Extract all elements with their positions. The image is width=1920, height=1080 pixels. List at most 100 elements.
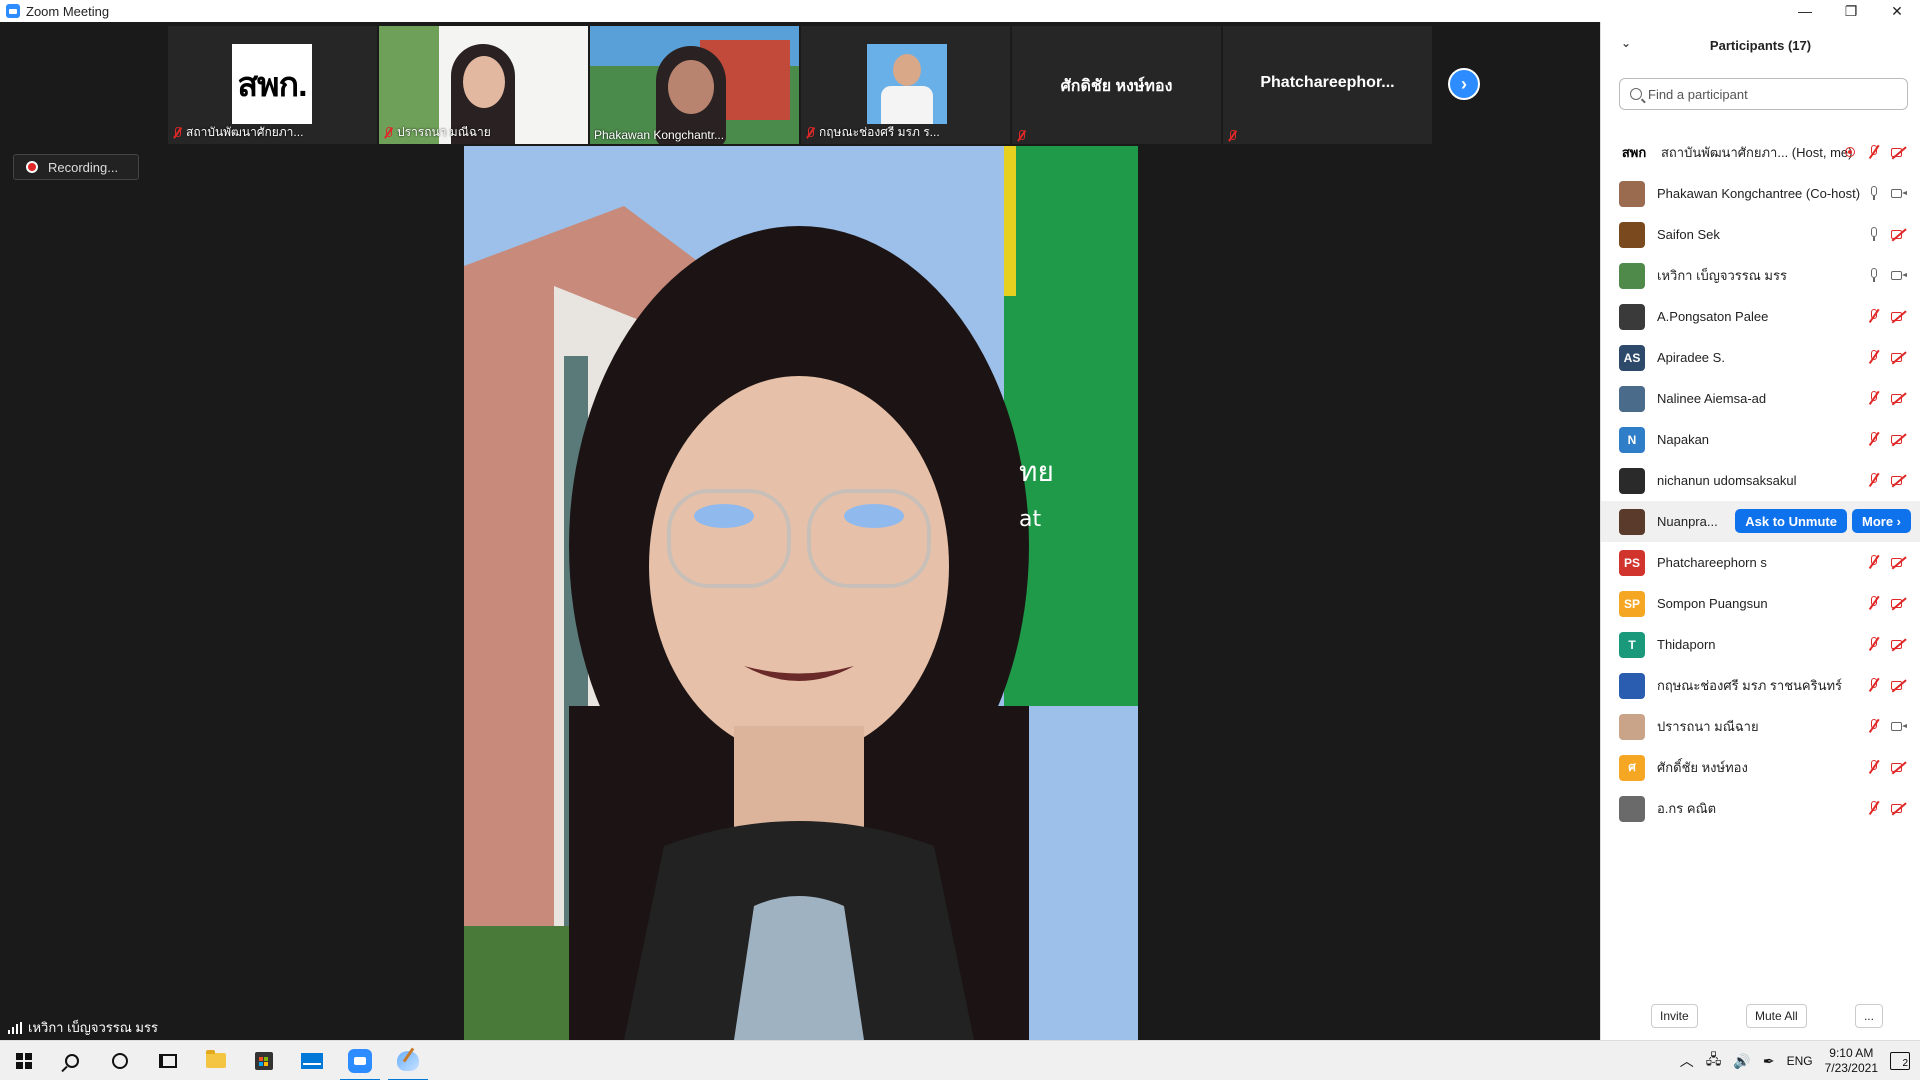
microphone-icon[interactable] xyxy=(1867,186,1881,200)
search-icon xyxy=(1630,88,1642,100)
participant-row[interactable]: Nalinee Aiemsa-ad xyxy=(1601,378,1920,419)
volume-icon[interactable]: 🔊 xyxy=(1733,1053,1750,1070)
participant-row[interactable]: เหวิกา เบ็ญจวรรณ มรร xyxy=(1601,255,1920,296)
microphone-muted-icon[interactable] xyxy=(1867,555,1881,569)
participant-row[interactable]: T Thidaporn xyxy=(1601,624,1920,665)
ask-to-unmute-button[interactable]: Ask to Unmute xyxy=(1735,509,1847,533)
avatar xyxy=(1619,303,1645,330)
microphone-icon[interactable] xyxy=(1867,227,1881,241)
microphone-icon[interactable] xyxy=(1867,268,1881,282)
participant-row[interactable]: ศ ศักดิ์ชัย หงษ์ทอง xyxy=(1601,747,1920,788)
language-indicator[interactable]: ENG xyxy=(1787,1054,1813,1068)
store-button[interactable] xyxy=(240,1041,288,1080)
camera-off-icon[interactable] xyxy=(1891,145,1907,159)
notification-center-icon[interactable]: 2 xyxy=(1890,1052,1910,1070)
folder-icon xyxy=(206,1050,226,1068)
participant-search[interactable] xyxy=(1619,78,1908,110)
search-input[interactable] xyxy=(1648,86,1888,102)
file-explorer-button[interactable] xyxy=(192,1041,240,1080)
camera-off-icon[interactable] xyxy=(1891,555,1907,569)
thumbnail-label: สถาบันพัฒนาศักยภา... xyxy=(172,123,303,142)
close-button[interactable]: ✕ xyxy=(1874,0,1920,22)
microphone-muted-icon[interactable] xyxy=(1867,473,1881,487)
mail-button[interactable] xyxy=(288,1041,336,1080)
paint-taskbar-button[interactable] xyxy=(384,1041,432,1080)
restore-button[interactable]: ❐ xyxy=(1828,0,1874,22)
camera-off-icon[interactable] xyxy=(1891,473,1907,487)
video-thumbnail[interactable]: ปรารถนา มณีฉาย xyxy=(379,26,588,144)
participant-row[interactable]: SP Sompon Puangsun xyxy=(1601,583,1920,624)
zoom-taskbar-button[interactable] xyxy=(336,1041,384,1080)
participant-row[interactable]: ปรารถนา มณีฉาย xyxy=(1601,706,1920,747)
participant-row[interactable]: A.Pongsaton Palee xyxy=(1601,296,1920,337)
avatar xyxy=(1619,221,1645,248)
video-thumbnail[interactable]: ศักดิชัย หงษ์ทอง xyxy=(1012,26,1221,144)
camera-off-icon[interactable] xyxy=(1891,309,1907,323)
camera-off-icon[interactable] xyxy=(1891,760,1907,774)
start-button[interactable] xyxy=(0,1041,48,1080)
microphone-muted-icon[interactable] xyxy=(1867,801,1881,815)
microphone-muted-icon[interactable] xyxy=(1867,350,1881,364)
video-thumbnail[interactable]: Phatchareephor... xyxy=(1223,26,1432,144)
zoom-icon xyxy=(348,1048,372,1073)
participant-row[interactable]: Saifon Sek xyxy=(1601,214,1920,255)
taskbar-search-button[interactable] xyxy=(48,1041,96,1080)
video-thumbnail[interactable]: สพก. สถาบันพัฒนาศักยภา... xyxy=(168,26,377,144)
camera-icon[interactable] xyxy=(1891,719,1907,733)
clock[interactable]: 9:10 AM 7/23/2021 xyxy=(1825,1046,1878,1076)
microphone-muted-icon[interactable] xyxy=(1867,309,1881,323)
participant-name: Apiradee S. xyxy=(1657,350,1725,365)
camera-off-icon[interactable] xyxy=(1891,227,1907,241)
next-page-button[interactable]: › xyxy=(1448,68,1480,100)
participant-name: Thidaporn xyxy=(1657,637,1716,652)
microphone-muted-icon[interactable] xyxy=(1867,432,1881,446)
participant-row[interactable]: สพก สถาบันพัฒนาศักยภา... (Host, me) xyxy=(1601,132,1920,173)
pen-icon[interactable]: ✒ xyxy=(1763,1053,1775,1070)
recording-indicator[interactable]: Recording... xyxy=(13,154,139,180)
participant-row[interactable]: PS Phatchareephorn s xyxy=(1601,542,1920,583)
participant-row[interactable]: N Napakan xyxy=(1601,419,1920,460)
microphone-muted-icon[interactable] xyxy=(1867,391,1881,405)
camera-off-icon[interactable] xyxy=(1891,801,1907,815)
participant-row[interactable]: Phakawan Kongchantree (Co-host) xyxy=(1601,173,1920,214)
minimize-button[interactable]: — xyxy=(1782,0,1828,22)
microphone-muted-icon[interactable] xyxy=(1867,145,1881,159)
participant-row[interactable]: Nuanpra... Ask to Unmute More › xyxy=(1601,501,1920,542)
microphone-muted-icon[interactable] xyxy=(1867,637,1881,651)
task-view-button[interactable] xyxy=(144,1041,192,1080)
cortana-button[interactable] xyxy=(96,1041,144,1080)
more-button[interactable]: More › xyxy=(1852,509,1911,533)
camera-off-icon[interactable] xyxy=(1891,678,1907,692)
participant-row[interactable]: กฤษณะช่องศรี มรภ ราชนครินทร์ xyxy=(1601,665,1920,706)
microphone-muted-icon[interactable] xyxy=(1867,719,1881,733)
participant-status-icons xyxy=(1867,555,1907,569)
camera-off-icon[interactable] xyxy=(1891,637,1907,651)
chevron-down-icon[interactable]: ⌄ xyxy=(1621,36,1631,50)
microphone-muted-icon[interactable] xyxy=(1867,760,1881,774)
windows-logo-icon xyxy=(16,1052,32,1069)
svg-text:at: at xyxy=(1019,507,1041,532)
participant-name: สถาบันพัฒนาศักยภา... (Host, me) xyxy=(1661,145,1853,160)
participant-photo xyxy=(867,44,947,124)
active-speaker-video[interactable]: ทย at xyxy=(464,146,1138,1040)
camera-off-icon[interactable] xyxy=(1891,391,1907,405)
chevron-up-icon[interactable]: ︿ xyxy=(1680,1051,1694,1071)
camera-icon[interactable] xyxy=(1891,268,1907,282)
camera-off-icon[interactable] xyxy=(1891,350,1907,364)
participant-row[interactable]: AS Apiradee S. xyxy=(1601,337,1920,378)
microphone-muted-icon[interactable] xyxy=(1867,678,1881,692)
participant-row[interactable]: อ.กร คณิต xyxy=(1601,788,1920,829)
camera-off-icon[interactable] xyxy=(1891,596,1907,610)
camera-off-icon[interactable] xyxy=(1891,432,1907,446)
network-icon[interactable]: 🖧 xyxy=(1706,1049,1722,1073)
participant-name: ปรารถนา มณีฉาย xyxy=(1657,719,1759,734)
invite-button[interactable]: Invite xyxy=(1651,1004,1698,1028)
video-thumbnail[interactable]: Phakawan Kongchantr... xyxy=(590,26,799,144)
more-options-button[interactable]: ... xyxy=(1854,1004,1883,1028)
video-thumbnail-strip: สพก. สถาบันพัฒนาศักยภา... ปรารถนา มณีฉาย xyxy=(168,26,1432,144)
participant-row[interactable]: nichanun udomsaksakul xyxy=(1601,460,1920,501)
video-thumbnail[interactable]: กฤษณะช่องศรี มรภ ร... xyxy=(801,26,1010,144)
microphone-muted-icon[interactable] xyxy=(1867,596,1881,610)
mute-all-button[interactable]: Mute All xyxy=(1745,1004,1807,1028)
camera-icon[interactable] xyxy=(1891,186,1907,200)
